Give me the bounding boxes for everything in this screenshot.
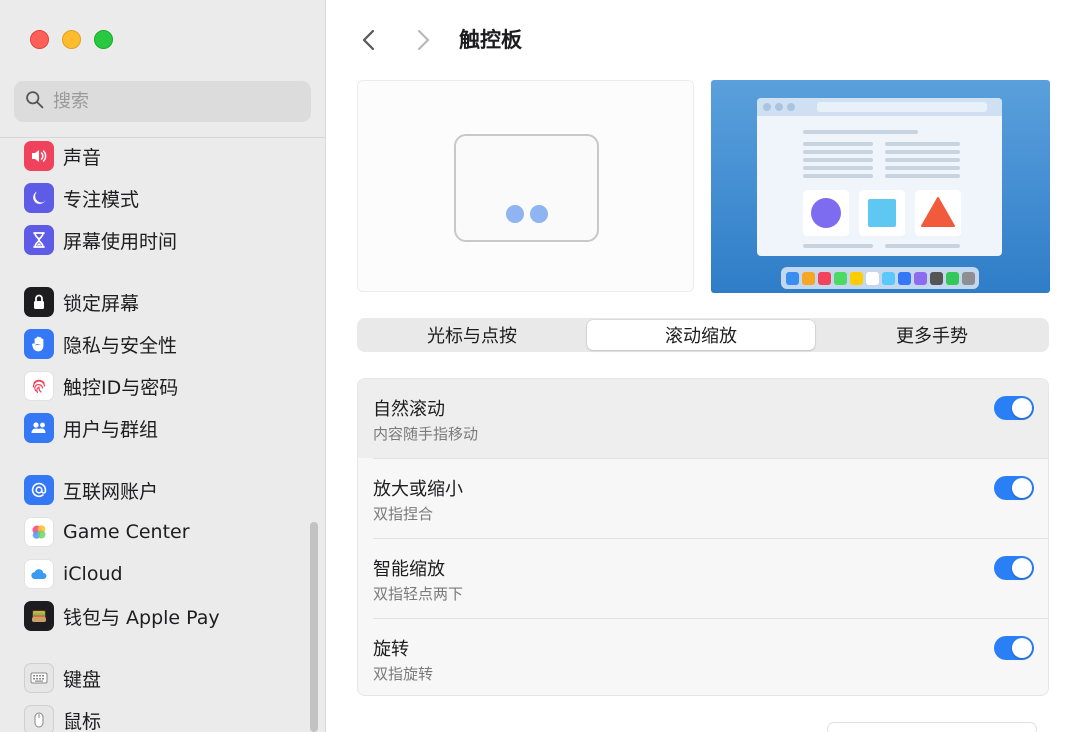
game-center-icon — [24, 517, 54, 547]
preview-circle-card — [803, 190, 849, 236]
at-icon — [24, 475, 54, 505]
sidebar-item-label: 屏幕使用时间 — [63, 230, 178, 253]
screen-preview — [711, 80, 1050, 293]
sidebar-item-touch-id[interactable]: 触控ID与密码 — [24, 369, 304, 403]
bottom-button[interactable] — [827, 722, 1037, 732]
sidebar-item-internet-accounts[interactable]: 互联网账户 — [24, 473, 304, 507]
main-panel: 触控板 光标与点按 滚动缩放 更多手势 自然滚动 内容随手指移动 放大或缩小 双… — [327, 0, 1080, 732]
tab-scroll-zoom[interactable]: 滚动缩放 — [587, 320, 815, 350]
sidebar-item-keyboard[interactable]: 键盘 — [24, 661, 304, 695]
setting-row-zoom: 放大或缩小 双指捏合 — [358, 459, 1048, 538]
preview-triangle-card — [915, 190, 961, 236]
sidebar-divider — [0, 137, 325, 138]
sidebar-item-users[interactable]: 用户与群组 — [24, 411, 304, 445]
sidebar-item-game-center[interactable]: Game Center — [24, 515, 304, 549]
setting-title: 放大或缩小 — [373, 479, 463, 500]
preview-titlebar — [757, 98, 1002, 116]
chevron-left-icon — [362, 29, 375, 51]
sidebar: 声音 专注模式 屏幕使用时间 锁定屏幕 隐私与安全性 触控ID与密码 — [0, 0, 326, 732]
setting-title: 自然滚动 — [373, 399, 445, 420]
sidebar-item-label: 触控ID与密码 — [63, 376, 179, 399]
setting-title: 旋转 — [373, 639, 409, 660]
sidebar-item-sound[interactable]: 声音 — [24, 139, 304, 173]
sidebar-item-label: 钱包与 Apple Pay — [63, 606, 220, 629]
setting-subtitle: 内容随手指移动 — [373, 425, 479, 443]
sidebar-item-label: 声音 — [63, 146, 102, 169]
sidebar-item-wallet[interactable]: 钱包与 Apple Pay — [24, 599, 304, 633]
zoom-toggle[interactable] — [994, 476, 1034, 500]
tab-more-gestures[interactable]: 更多手势 — [817, 320, 1047, 350]
zoom-button[interactable] — [94, 30, 113, 49]
setting-subtitle: 双指捏合 — [373, 505, 434, 523]
settings-list: 自然滚动 内容随手指移动 放大或缩小 双指捏合 智能缩放 双指轻点两下 旋转 双… — [357, 378, 1049, 696]
gesture-preview — [357, 80, 694, 292]
sidebar-item-screen-time[interactable]: 屏幕使用时间 — [24, 223, 304, 257]
preview-square-card — [859, 190, 905, 236]
sidebar-item-lock-screen[interactable]: 锁定屏幕 — [24, 285, 304, 319]
sidebar-item-label: 专注模式 — [63, 188, 140, 211]
page-title: 触控板 — [459, 28, 522, 52]
sidebar-item-label: iCloud — [63, 563, 123, 585]
trackpad-illustration — [454, 134, 599, 242]
sidebar-item-label: 键盘 — [63, 668, 102, 691]
hand-icon — [24, 329, 54, 359]
segmented-tabs: 光标与点按 滚动缩放 更多手势 — [357, 318, 1049, 352]
sidebar-item-label: 鼠标 — [63, 710, 102, 732]
back-button[interactable] — [357, 26, 381, 54]
sidebar-item-focus[interactable]: 专注模式 — [24, 181, 304, 215]
keyboard-icon — [24, 663, 54, 693]
lock-icon — [24, 287, 54, 317]
mouse-icon — [24, 705, 54, 732]
sidebar-item-privacy[interactable]: 隐私与安全性 — [24, 327, 304, 361]
setting-row-natural-scroll: 自然滚动 内容随手指移动 — [358, 379, 1048, 458]
search-box[interactable] — [14, 81, 311, 122]
close-button[interactable] — [30, 30, 49, 49]
speaker-icon — [24, 141, 54, 171]
sidebar-scrollbar[interactable] — [310, 522, 318, 732]
rotate-toggle[interactable] — [994, 636, 1034, 660]
sidebar-item-label: 用户与群组 — [63, 418, 159, 441]
users-icon — [24, 413, 54, 443]
finger-dot — [530, 205, 548, 223]
setting-title: 智能缩放 — [373, 559, 445, 580]
smart-zoom-toggle[interactable] — [994, 556, 1034, 580]
cloud-icon — [24, 559, 54, 589]
sidebar-item-label: 隐私与安全性 — [63, 334, 178, 357]
sidebar-item-label: 互联网账户 — [63, 480, 159, 503]
hourglass-icon — [24, 225, 54, 255]
sidebar-item-mouse[interactable]: 鼠标 — [24, 703, 304, 732]
sidebar-item-label: 锁定屏幕 — [63, 292, 140, 315]
sidebar-item-icloud[interactable]: iCloud — [24, 557, 304, 591]
window-controls — [30, 30, 113, 49]
setting-subtitle: 双指旋转 — [373, 665, 434, 683]
wallet-icon — [24, 601, 54, 631]
natural-scroll-toggle[interactable] — [994, 396, 1034, 420]
search-icon — [24, 89, 45, 114]
search-input[interactable] — [53, 91, 293, 112]
preview-dock — [781, 267, 979, 289]
sidebar-item-label: Game Center — [63, 521, 190, 543]
preview-window — [757, 98, 1002, 256]
setting-row-rotate: 旋转 双指旋转 — [358, 619, 1048, 695]
minimize-button[interactable] — [62, 30, 81, 49]
chevron-right-icon — [417, 29, 430, 51]
setting-subtitle: 双指轻点两下 — [373, 585, 464, 603]
forward-button[interactable] — [411, 26, 435, 54]
setting-row-smart-zoom: 智能缩放 双指轻点两下 — [358, 539, 1048, 618]
finger-dot — [506, 205, 524, 223]
fingerprint-icon — [24, 371, 54, 401]
tab-point-click[interactable]: 光标与点按 — [359, 320, 585, 350]
moon-icon — [24, 183, 54, 213]
